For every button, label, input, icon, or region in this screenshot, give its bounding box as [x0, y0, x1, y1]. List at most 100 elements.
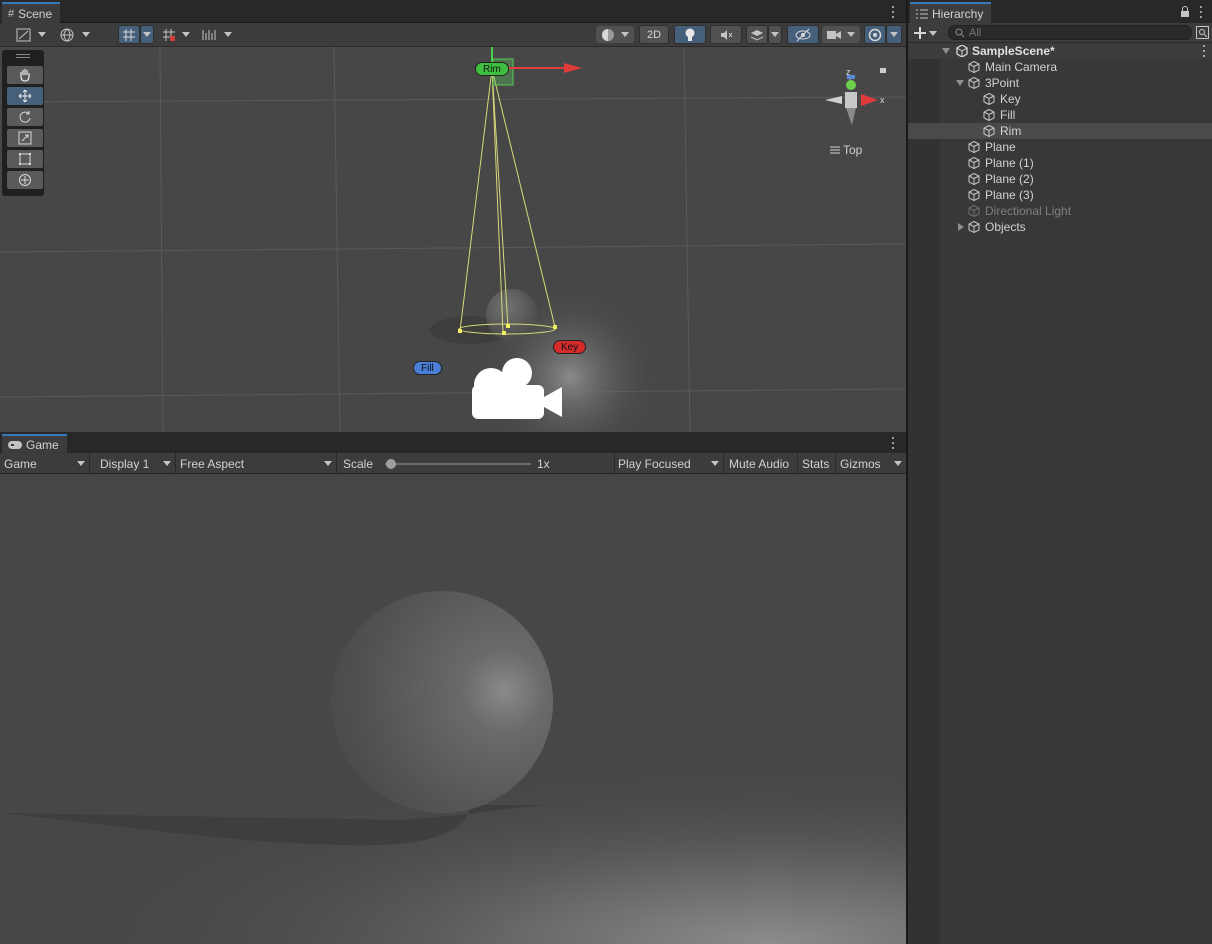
grid-snap-icon	[123, 28, 135, 41]
move-tool-button[interactable]	[7, 87, 43, 105]
collapsed-arrow-icon[interactable]	[958, 223, 964, 231]
hierarchy-item-label: Directional Light	[985, 204, 1072, 218]
hierarchy-item-main-camera[interactable]: Main Camera	[908, 59, 1212, 75]
hierarchy-item-objects[interactable]: Objects	[908, 219, 1212, 235]
move-arrows-icon	[18, 89, 32, 103]
rect-transform-icon	[19, 153, 31, 165]
2d-label: 2D	[646, 28, 662, 41]
expand-arrow-icon[interactable]	[956, 80, 964, 86]
game-view[interactable]	[0, 475, 906, 944]
hand-tool-button[interactable]	[7, 66, 43, 84]
gameobject-icon	[968, 77, 980, 89]
fill-light-label[interactable]: Fill	[413, 361, 442, 375]
game-mode-dropdown[interactable]: Game	[0, 453, 90, 474]
video-camera-icon	[827, 30, 841, 39]
gameobject-icon	[968, 141, 980, 153]
hierarchy-item-label: Key	[1000, 92, 1021, 106]
gizmos-dropdown[interactable]	[886, 25, 902, 44]
stats-button[interactable]: Stats	[798, 453, 836, 474]
shading-dropdown[interactable]	[596, 26, 634, 43]
scale-slider[interactable]	[385, 459, 531, 469]
scale-value: 1x	[537, 457, 550, 471]
hierarchy-item-fill[interactable]: Fill	[908, 107, 1212, 123]
hierarchy-search-input[interactable]	[969, 26, 1169, 39]
gameobject-icon	[968, 173, 980, 185]
scale-tool-button[interactable]	[7, 129, 43, 147]
hierarchy-item-label: Objects	[985, 220, 1026, 234]
scene-panel: # Scene 2D z x Rim Key Fill Top	[0, 0, 906, 432]
mute-audio-button[interactable]: Mute Audio	[725, 453, 798, 474]
transform-icon	[19, 174, 31, 186]
2d-toggle-button[interactable]: 2D	[639, 25, 669, 44]
gameobject-icon	[968, 157, 980, 169]
palette-handle[interactable]	[16, 54, 30, 58]
gizmos-game-label: Gizmos	[840, 456, 881, 471]
gameobject-icon	[968, 189, 980, 201]
hierarchy-item-rim[interactable]: Rim	[908, 123, 1212, 139]
orientation-gizmo[interactable]: z x	[825, 67, 886, 125]
hierarchy-item-3point[interactable]: 3Point	[908, 75, 1212, 91]
hierarchy-item-plane-1[interactable]: Plane (1)	[908, 155, 1212, 171]
ruler-icon	[202, 29, 216, 40]
grid-snap-dropdown[interactable]	[140, 25, 154, 44]
hierarchy-search[interactable]	[948, 25, 1192, 40]
grid-snap-button[interactable]	[118, 25, 140, 44]
tab-scene[interactable]: # Scene	[2, 2, 61, 23]
hierarchy-menu-icon[interactable]	[1195, 6, 1207, 18]
effects-toggle-button[interactable]	[746, 25, 768, 44]
rotate-tool-button[interactable]	[7, 108, 43, 126]
gizmos-game-dropdown[interactable]: Gizmos	[836, 453, 906, 474]
display-dropdown[interactable]: Display 1	[96, 453, 176, 474]
create-dropdown[interactable]	[914, 25, 942, 41]
scene-root-row[interactable]: SampleScene*	[908, 43, 1212, 59]
tab-hierarchy[interactable]: Hierarchy	[910, 2, 992, 23]
hierarchy-item-label: Plane (3)	[985, 188, 1034, 202]
rect-tool-button[interactable]	[7, 150, 43, 168]
increment-snap-button[interactable]	[162, 26, 198, 43]
globe-icon	[60, 28, 74, 42]
effects-dropdown[interactable]	[768, 25, 782, 44]
effects-icon	[750, 29, 764, 41]
audio-toggle-button[interactable]	[710, 25, 742, 44]
tab-game-label: Game	[26, 437, 59, 452]
increment-snap-icon	[163, 28, 175, 41]
scale-control: Scale 1x	[339, 453, 615, 474]
lock-icon[interactable]	[1180, 6, 1190, 17]
transform-tool-button[interactable]	[7, 171, 43, 189]
hierarchy-item-key[interactable]: Key	[908, 91, 1212, 107]
view-label[interactable]: Top	[830, 143, 862, 157]
scene-visibility-button[interactable]	[787, 25, 819, 44]
draw-mode-dropdown[interactable]	[16, 26, 52, 43]
expand-arrow-icon[interactable]	[942, 48, 950, 54]
scene-grid	[0, 47, 906, 432]
game-sphere	[331, 591, 553, 813]
game-menu-icon[interactable]	[887, 437, 899, 449]
gizmos-toggle-button[interactable]	[864, 25, 886, 44]
scene-viewport[interactable]: z x	[0, 47, 906, 432]
scale-label: Scale	[343, 456, 374, 471]
scene-search-icon[interactable]	[1196, 26, 1209, 39]
search-icon	[955, 28, 965, 37]
hierarchy-item-plane-2[interactable]: Plane (2)	[908, 171, 1212, 187]
hierarchy-item-plane[interactable]: Plane	[908, 139, 1212, 155]
hierarchy-item-plane-3[interactable]: Plane (3)	[908, 187, 1212, 203]
scene-root-menu-icon[interactable]	[1198, 45, 1210, 57]
hierarchy-item-directional-light[interactable]: Directional Light	[908, 203, 1212, 219]
axis-x-label: x	[880, 95, 885, 105]
camera-settings-dropdown[interactable]	[822, 26, 860, 43]
scene-menu-icon[interactable]	[887, 6, 899, 18]
tools-palette	[2, 50, 44, 196]
aspect-dropdown[interactable]: Free Aspect	[176, 453, 337, 474]
ruler-button[interactable]	[202, 26, 238, 43]
scale-slider-thumb[interactable]	[385, 459, 396, 469]
tab-game[interactable]: Game	[2, 434, 67, 453]
lighting-toggle-button[interactable]	[674, 25, 706, 44]
rim-light-label[interactable]: Rim	[475, 62, 509, 76]
gameobject-icon	[983, 93, 995, 105]
key-light-label[interactable]: Key	[553, 340, 587, 354]
hierarchy-item-label: Main Camera	[985, 60, 1058, 74]
sphere-shading-icon	[602, 28, 614, 41]
play-mode-dropdown[interactable]: Play Focused	[614, 453, 724, 474]
render-mode-dropdown[interactable]	[60, 26, 96, 43]
panel-divider[interactable]	[906, 0, 908, 944]
